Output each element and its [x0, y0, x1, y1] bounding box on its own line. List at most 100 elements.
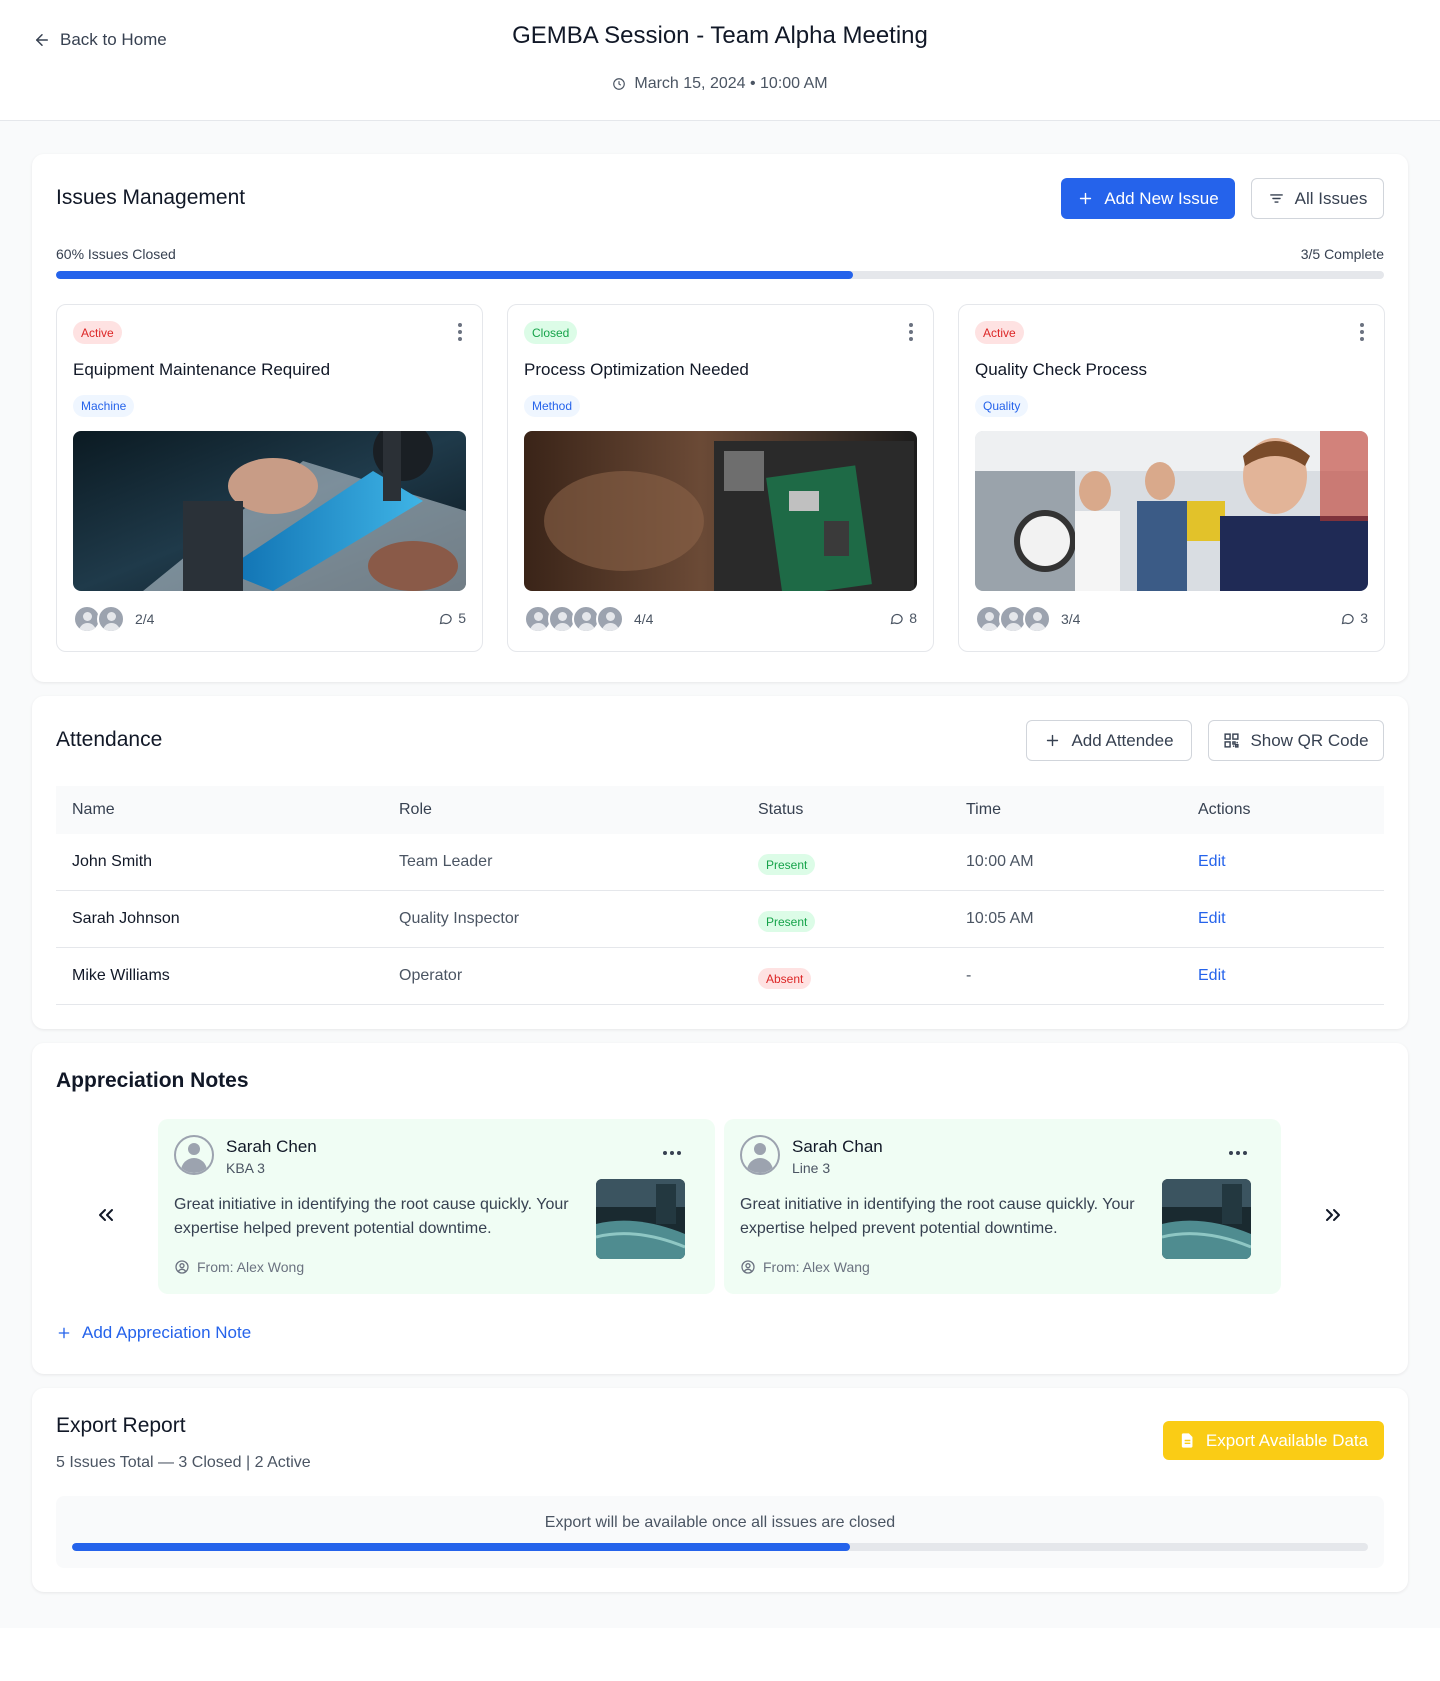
- chevrons-right-icon[interactable]: [1321, 1203, 1345, 1227]
- status-badge: Absent: [758, 968, 812, 989]
- status-badge: Present: [758, 911, 816, 932]
- note-image: [1162, 1179, 1251, 1259]
- export-note: Export will be available once all issues…: [544, 1514, 896, 1531]
- appreciation-note-card[interactable]: Sarah Chan Line 3 Great initiative in id…: [724, 1119, 1281, 1294]
- category-tag: Method: [524, 395, 581, 417]
- status-badge: Closed: [524, 321, 578, 344]
- note-recipient-name: Sarah Chan: [792, 1137, 883, 1156]
- edit-link[interactable]: Edit: [1198, 910, 1226, 928]
- add-appreciation-note-button[interactable]: Add Appreciation Note: [56, 1323, 251, 1343]
- attendee-name: Sarah Johnson: [72, 910, 180, 927]
- note-from-text: From: Alex Wang: [763, 1259, 870, 1275]
- user-circle-icon: [741, 1260, 755, 1274]
- export-report-section: Export Report 5 Issues Total — 3 Closed …: [32, 1388, 1408, 1592]
- note-text: Great initiative in identifying the root…: [740, 1196, 1135, 1237]
- document-icon: [1181, 1433, 1193, 1448]
- comments-number: 5: [458, 610, 466, 626]
- appreciation-note-card[interactable]: Sarah Chen KBA 3 Great initiative in ide…: [158, 1119, 715, 1294]
- issue-card[interactable]: Active Quality Check Process Quality 3/4…: [958, 304, 1385, 652]
- note-recipient-role: KBA 3: [226, 1160, 265, 1176]
- status-badge: Active: [975, 321, 1024, 344]
- more-options-icon[interactable]: [909, 323, 913, 344]
- attendee-role: Operator: [399, 967, 463, 984]
- add-issue-label: Add New Issue: [1104, 188, 1219, 208]
- avatar: [97, 605, 125, 633]
- main-content: Issues Management Add New Issue All Issu…: [0, 121, 1440, 1628]
- attendee-name: John Smith: [72, 853, 153, 870]
- comments-number: 8: [909, 610, 917, 626]
- comments-count[interactable]: 3: [1340, 610, 1368, 626]
- plus-icon: [58, 1327, 70, 1339]
- issue-photo: [73, 431, 466, 591]
- note-image: [596, 1179, 685, 1259]
- issues-progress-label: 60% Issues Closed: [56, 246, 176, 262]
- show-qr-code-button[interactable]: Show QR Code: [1208, 720, 1384, 761]
- more-options-icon[interactable]: [663, 1151, 681, 1155]
- edit-link[interactable]: Edit: [1198, 853, 1226, 871]
- category-tag: Quality: [975, 395, 1029, 417]
- comments-number: 3: [1360, 610, 1368, 626]
- issue-card[interactable]: Closed Process Optimization Needed Metho…: [507, 304, 934, 652]
- column-header-status: Status: [758, 801, 804, 818]
- issues-progress-bar: [56, 271, 1384, 279]
- avatar: [596, 605, 624, 633]
- attendee-time: -: [966, 967, 972, 984]
- chevrons-left-icon[interactable]: [94, 1203, 118, 1227]
- export-available-data-button[interactable]: Export Available Data: [1163, 1421, 1384, 1460]
- issue-card[interactable]: Active Equipment Maintenance Required Ma…: [56, 304, 483, 652]
- table-row: Mike Williams Operator Absent - Edit: [56, 948, 1384, 1005]
- more-options-icon[interactable]: [1229, 1151, 1247, 1155]
- note-text: Great initiative in identifying the root…: [174, 1196, 569, 1237]
- issue-photo: [524, 431, 917, 591]
- qr-label: Show QR Code: [1250, 730, 1369, 750]
- clock-icon: [613, 78, 626, 90]
- page: Back to Home GEMBA Session - Team Alpha …: [0, 0, 1440, 1681]
- edit-link[interactable]: Edit: [1198, 967, 1226, 985]
- plus-icon: [1047, 734, 1059, 747]
- note-recipient-name: Sarah Chen: [226, 1137, 317, 1156]
- avatar: [1023, 605, 1051, 633]
- attendee-avatars: 4/4: [524, 605, 653, 633]
- add-attendee-button[interactable]: Add Attendee: [1026, 720, 1192, 761]
- circuit-board-repair-image: [73, 431, 466, 591]
- issues-management-section: Issues Management Add New Issue All Issu…: [32, 154, 1408, 682]
- attendee-count: 4/4: [634, 611, 654, 627]
- export-status-box: Export will be available once all issues…: [56, 1496, 1384, 1568]
- datetime-text: March 15, 2024 • 10:00 AM: [634, 75, 828, 92]
- top-bar: Back to Home GEMBA Session - Team Alpha …: [0, 0, 1440, 121]
- more-options-icon[interactable]: [458, 323, 462, 344]
- session-datetime: March 15, 2024 • 10:00 AM: [0, 75, 1440, 93]
- table-row: John Smith Team Leader Present 10:00 AM …: [56, 834, 1384, 891]
- attendee-count: 3/4: [1061, 611, 1081, 627]
- add-note-label: Add Appreciation Note: [82, 1323, 252, 1342]
- attendee-avatars: 2/4: [73, 605, 154, 633]
- export-button-label: Export Available Data: [1205, 1430, 1369, 1450]
- export-title: Export Report: [56, 1414, 186, 1437]
- attendee-role: Quality Inspector: [399, 910, 520, 927]
- comment-icon: [1341, 613, 1354, 624]
- filter-issues-button[interactable]: All Issues: [1251, 178, 1384, 219]
- attendance-table-header: Name Role Status Time Actions: [56, 786, 1384, 834]
- add-attendee-label: Add Attendee: [1071, 730, 1174, 750]
- issues-complete-label: 3/5 Complete: [1300, 246, 1384, 262]
- export-progress-fill: [72, 1543, 850, 1551]
- attendee-time: 10:05 AM: [966, 910, 1034, 927]
- more-options-icon[interactable]: [1360, 323, 1364, 344]
- column-header-name: Name: [72, 801, 115, 818]
- electronics-hardware-image: [524, 431, 917, 591]
- issue-title: Quality Check Process: [975, 360, 1147, 379]
- plus-icon: [1080, 192, 1092, 205]
- status-badge: Active: [73, 321, 122, 344]
- factory-machine-image: [1162, 1179, 1251, 1259]
- note-from-text: From: Alex Wong: [197, 1259, 305, 1275]
- attendee-count: 2/4: [135, 611, 155, 627]
- issue-title: Equipment Maintenance Required: [73, 360, 331, 379]
- issue-title: Process Optimization Needed: [524, 360, 749, 379]
- issues-progress-fill: [56, 271, 853, 279]
- appreciation-notes-section: Appreciation Notes Sarah Chen KBA 3 Grea…: [32, 1043, 1408, 1374]
- comments-count[interactable]: 8: [889, 610, 917, 626]
- note-recipient-role: Line 3: [792, 1160, 831, 1176]
- table-row: Sarah Johnson Quality Inspector Present …: [56, 891, 1384, 948]
- add-new-issue-button[interactable]: Add New Issue: [1061, 178, 1235, 219]
- comments-count[interactable]: 5: [438, 610, 466, 626]
